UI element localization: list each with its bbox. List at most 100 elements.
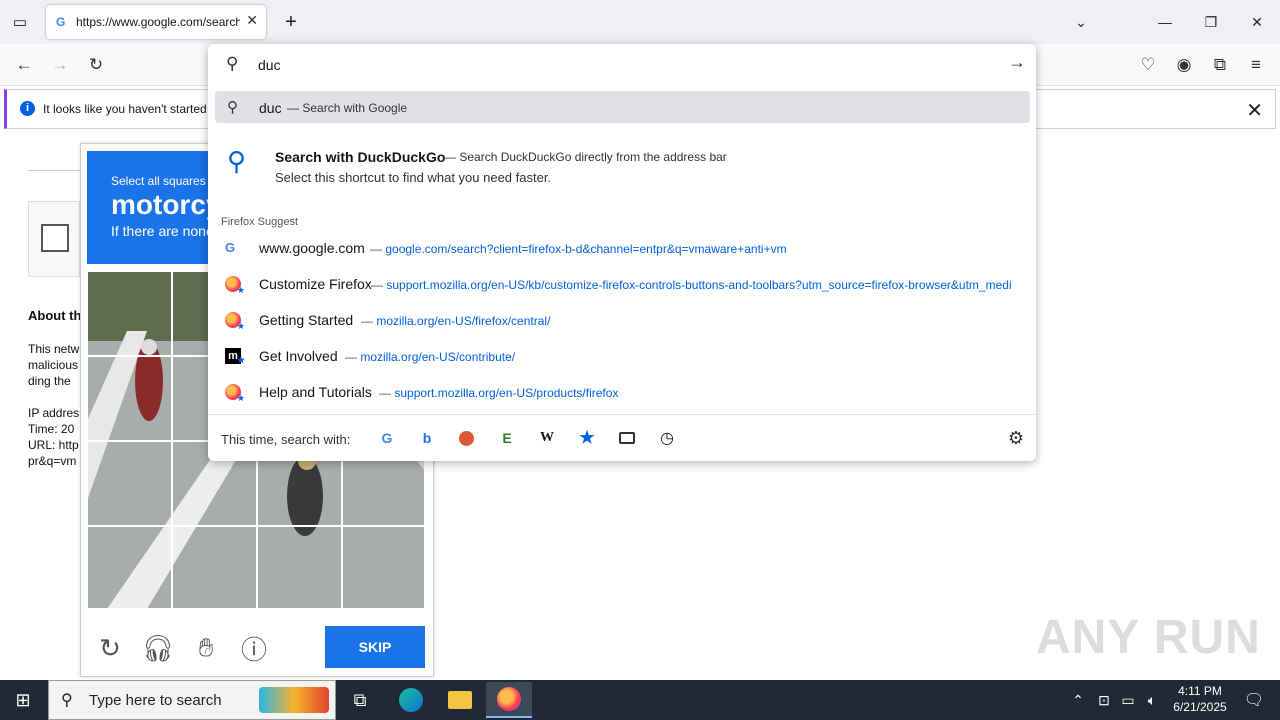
windows-start-icon[interactable]: ⊞ [0, 682, 46, 718]
edge-icon[interactable] [388, 682, 434, 718]
info-icon: i [20, 101, 35, 116]
task-view-icon[interactable]: ⧉ [337, 682, 383, 718]
suggestion-url-text: support.mozilla.org/en-US/kb/customize-f… [386, 278, 1012, 292]
close-tab-icon[interactable]: ✕ [246, 12, 258, 29]
suggestion-row[interactable]: G www.google.com — google.com/search?cli… [215, 230, 1030, 266]
restore-button[interactable]: ❐ [1188, 0, 1234, 44]
suggestion-row[interactable]: ★ Getting Started — mozilla.org/en-US/fi… [215, 302, 1030, 338]
text-line: malicious [28, 358, 79, 372]
clock-time: 4:11 PM [1178, 684, 1222, 698]
device-icon[interactable]: ⊡ [1092, 682, 1116, 718]
history-engine-icon[interactable]: ◷ [657, 428, 677, 448]
close-window-button[interactable]: ✕ [1234, 0, 1280, 44]
suggestion-title: Customize Firefox [259, 276, 372, 292]
ddg-title: Search with DuckDuckGo [275, 149, 446, 165]
clock-date: 6/21/2025 [1173, 700, 1227, 714]
suggestion-url: — support.mozilla.org/en-US/products/fir… [379, 386, 619, 400]
text-line: ding the [28, 374, 71, 388]
urlbar-input[interactable] [258, 54, 978, 76]
search-settings-gear-icon[interactable]: ⚙ [1006, 428, 1026, 448]
tabs-engine-icon[interactable] [617, 428, 637, 448]
file-explorer-icon[interactable] [437, 682, 483, 718]
suggestion-row[interactable]: ★ Help and Tutorials — support.mozilla.o… [215, 374, 1030, 410]
ddg-line2: Select this shortcut to find what you ne… [275, 170, 552, 185]
close-notification-icon[interactable]: ✕ [1246, 98, 1263, 123]
captcha-subtext: If there are none [111, 223, 214, 239]
google-icon: G [56, 15, 66, 29]
grid-cell[interactable] [257, 526, 342, 609]
grid-cell[interactable] [87, 356, 172, 441]
explanation-text: This netw malicious ding the [28, 341, 79, 389]
one-off-label: This time, search with: [221, 432, 351, 447]
extensions-icon[interactable]: ⧉ [1206, 52, 1234, 78]
search-icon: ⚲ [226, 54, 239, 73]
firefox-taskbar-icon[interactable] [486, 682, 532, 718]
search-icon: ⚲ [61, 692, 73, 709]
search-icon: ⚲ [227, 99, 238, 116]
firefox-icon: ★ [225, 276, 245, 295]
show-hidden-icons-icon[interactable]: ⌃ [1066, 682, 1090, 718]
captcha-target: motorcy [111, 189, 222, 220]
recaptcha-checkbox[interactable] [41, 224, 69, 252]
menu-icon[interactable]: ≡ [1242, 52, 1270, 78]
grid-cell[interactable] [87, 526, 172, 609]
notification-message: It looks like you haven't started [43, 102, 207, 116]
firefox-icon: ★ [225, 312, 245, 331]
mozilla-icon: m ★ [225, 348, 245, 365]
ebay-engine-icon[interactable]: E [497, 428, 517, 448]
suggestion-url: — support.mozilla.org/en-US/kb/customize… [371, 278, 1012, 292]
suggestion-url-text: mozilla.org/en-US/contribute/ [360, 350, 516, 364]
suggestion-url-text: support.mozilla.org/en-US/products/firef… [394, 386, 619, 400]
go-arrow-icon[interactable]: → [1008, 52, 1026, 73]
suggestion-url: — mozilla.org/en-US/firefox/central/ [361, 314, 551, 328]
tab-overflow-chevron-icon[interactable]: ⌄ [1058, 0, 1104, 44]
taskbar-search-placeholder: Type here to search [89, 692, 222, 709]
text-line: This netw [28, 342, 80, 356]
text-line: Time: 20 [28, 422, 75, 436]
grid-cell[interactable] [342, 526, 425, 609]
audio-challenge-icon[interactable]: 🎧︎ [142, 632, 175, 664]
suggestion-url: — google.com/search?client=firefox-b-d&c… [370, 242, 787, 256]
hand-icon[interactable]: ✋︎ [190, 632, 222, 664]
suggestion-row[interactable]: ★ Customize Firefox — support.mozilla.or… [215, 266, 1030, 302]
account-icon[interactable]: ◉ [1170, 52, 1198, 78]
search-icon: ⚲ [227, 146, 247, 176]
watermark-logo: ANY RUN [1036, 611, 1261, 664]
search-highlight-image [259, 687, 329, 713]
suggestion-title: Getting Started [259, 312, 354, 328]
reload-button[interactable]: ↻ [82, 52, 110, 78]
wikipedia-engine-icon[interactable]: W [537, 428, 557, 448]
back-button[interactable]: ← [10, 52, 38, 78]
suggestion-duckduckgo-shortcut[interactable]: ⚲ Search with DuckDuckGo — Search DuckDu… [215, 140, 1030, 194]
reload-challenge-icon[interactable]: ↻ [94, 632, 126, 664]
pocket-icon[interactable]: ♡ [1134, 52, 1162, 78]
request-info: IP addres Time: 20 URL: http pr&q=vm [28, 405, 79, 469]
new-tab-button[interactable]: + [280, 10, 302, 34]
bookmarks-engine-icon[interactable]: ★ [577, 428, 597, 448]
forward-button[interactable]: → [46, 52, 74, 78]
network-icon[interactable]: ▭ [1116, 682, 1140, 718]
firefox-icon: ★ [225, 384, 245, 403]
text-line: pr&q=vm [28, 454, 77, 468]
taskbar-clock[interactable]: 4:11 PM 6/21/2025 [1160, 683, 1240, 715]
info-icon[interactable]: ⓘ [238, 632, 270, 665]
suggestion-title: Help and Tutorials [259, 384, 372, 400]
google-engine-icon[interactable]: G [377, 428, 397, 448]
suggestion-url-text: google.com/search?client=firefox-b-d&cha… [385, 242, 787, 256]
suggestion-row[interactable]: m ★ Get Involved — mozilla.org/en-US/cont… [215, 338, 1030, 374]
grid-cell[interactable] [87, 271, 172, 356]
tab-google-search[interactable]: G https://www.google.com/search? ✕ [46, 5, 266, 39]
taskbar-search-box[interactable]: ⚲ Type here to search [48, 680, 336, 720]
grid-cell[interactable] [172, 526, 257, 609]
minimize-button[interactable]: — [1142, 0, 1188, 44]
bing-engine-icon[interactable]: b [417, 428, 437, 448]
ddg-description: — Search DuckDuckGo directly from the ad… [444, 150, 727, 164]
suggestion-search-google[interactable]: ⚲ duc — Search with Google [215, 91, 1030, 123]
skip-button[interactable]: SKIP [325, 626, 425, 668]
list-all-tabs-icon[interactable]: ▭ [8, 10, 32, 34]
suggestion-action: — Search with Google [287, 101, 408, 115]
duckduckgo-engine-icon[interactable] [456, 428, 476, 448]
notifications-icon[interactable]: 🗨︎ [1234, 682, 1274, 718]
suggestion-url: — mozilla.org/en-US/contribute/ [345, 350, 516, 364]
grid-cell[interactable] [87, 441, 172, 526]
